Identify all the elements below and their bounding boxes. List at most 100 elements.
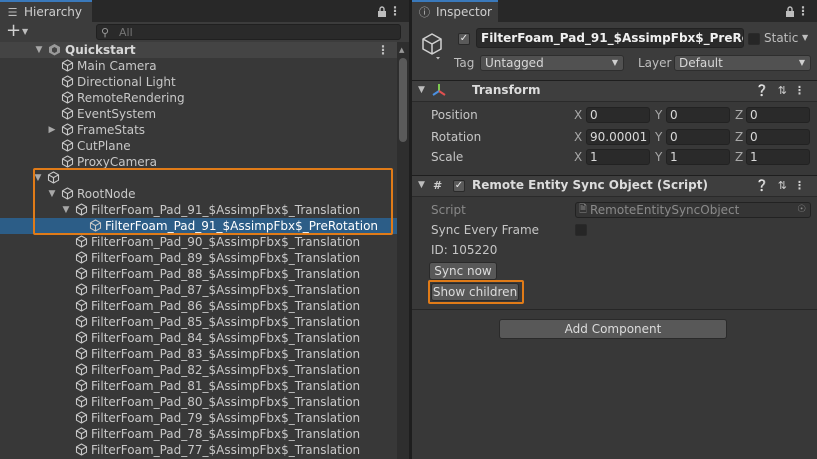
scene-menu-icon[interactable]: ⋮ (377, 42, 389, 58)
hierarchy-row[interactable]: Directional Light (0, 74, 397, 90)
position-x-field[interactable]: 0 (586, 107, 650, 123)
hierarchy-row-label: FilterFoam_Pad_91_$AssimpFbx$_PreRotatio… (105, 219, 379, 233)
component-menu-icon[interactable]: ⋮ (794, 179, 805, 192)
rotation-y-field[interactable]: 0 (666, 129, 730, 145)
script-field[interactable]: 🗎 RemoteEntitySyncObject ☉ (575, 202, 811, 218)
scale-x-field[interactable]: 1 (586, 149, 650, 165)
panel-menu-icon[interactable]: ⋮ (389, 4, 401, 18)
collapse-arrow-icon[interactable]: ▶ (47, 122, 57, 138)
expand-arrow-icon[interactable]: ▼ (61, 202, 71, 218)
hierarchy-row[interactable]: FilterFoam_Pad_79_$AssimpFbx$_Translatio… (0, 410, 397, 426)
sync-component-title: Remote Entity Sync Object (Script) (472, 178, 708, 192)
tab-inspector[interactable]: ⓘ Inspector (412, 0, 498, 22)
hierarchy-row[interactable]: ▼ FilterFoam_Pad_91_$AssimpFbx$_Translati… (0, 202, 397, 218)
hierarchy-scrollbar[interactable]: ▲ (397, 42, 409, 459)
tag-dropdown[interactable]: Untagged ▼ (480, 55, 624, 71)
hierarchy-row[interactable]: FilterFoam_Pad_83_$AssimpFbx$_Translatio… (0, 346, 397, 362)
scrollbar-thumb[interactable] (399, 58, 407, 142)
hierarchy-row[interactable]: FilterFoam_Pad_78_$AssimpFbx$_Translatio… (0, 426, 397, 442)
hierarchy-row-label: FilterFoam_Pad_88_$AssimpFbx$_Translatio… (91, 267, 361, 281)
hierarchy-row[interactable]: FilterFoam_Pad_81_$AssimpFbx$_Translatio… (0, 378, 397, 394)
hierarchy-row-label: FilterFoam_Pad_82_$AssimpFbx$_Translatio… (91, 363, 361, 377)
preset-icon[interactable]: ⇅ (778, 179, 787, 192)
hierarchy-row[interactable]: FilterFoam_Pad_84_$AssimpFbx$_Translatio… (0, 330, 397, 346)
hierarchy-row-label: FilterFoam_Pad_86_$AssimpFbx$_Translatio… (91, 299, 361, 313)
layer-dropdown[interactable]: Default ▼ (674, 55, 811, 71)
script-label: Script (431, 203, 466, 217)
transform-header[interactable]: ▼ Transform ❔ ⇅ ⋮ (412, 80, 817, 102)
object-name-field[interactable]: FilterFoam_Pad_91_$AssimpFbx$_PreRotati (476, 28, 744, 48)
hierarchy-row[interactable]: CutPlane (0, 138, 397, 154)
sync-now-button[interactable]: Sync now (429, 262, 497, 280)
hierarchy-row[interactable]: FilterFoam_Pad_80_$AssimpFbx$_Translatio… (0, 394, 397, 410)
hierarchy-row-label: Main Camera (77, 59, 157, 73)
hierarchy-row[interactable]: EventSystem (0, 106, 397, 122)
hierarchy-row[interactable]: FilterFoam_Pad_91_$AssimpFbx$_PreRotatio… (0, 218, 397, 234)
fold-arrow-icon[interactable]: ▼ (418, 85, 425, 95)
static-label: Static (764, 31, 799, 45)
add-component-button[interactable]: Add Component (499, 319, 727, 339)
sync-every-frame-checkbox[interactable] (575, 224, 587, 236)
position-y-field[interactable]: 0 (666, 107, 730, 123)
hierarchy-row[interactable]: FilterFoam_Pad_88_$AssimpFbx$_Translatio… (0, 266, 397, 282)
hierarchy-row[interactable]: ▶ FrameStats (0, 122, 397, 138)
fold-arrow-icon[interactable]: ▼ (418, 180, 425, 190)
hierarchy-row[interactable]: FilterFoam_Pad_77_$AssimpFbx$_Translatio… (0, 442, 397, 458)
hierarchy-row[interactable]: FilterFoam_Pad_82_$AssimpFbx$_Translatio… (0, 362, 397, 378)
chevron-down-icon: ▼ (798, 58, 805, 67)
search-input[interactable] (119, 25, 389, 39)
static-dropdown-icon[interactable]: ▼ (802, 33, 808, 42)
hierarchy-search[interactable]: ⚲ (96, 24, 401, 40)
active-checkbox[interactable]: ✓ (458, 33, 470, 45)
hierarchy-row[interactable]: RemoteRendering (0, 90, 397, 106)
axis-x-label: X (574, 108, 583, 122)
scale-y-field[interactable]: 1 (666, 149, 730, 165)
axis-x-label: X (574, 150, 583, 164)
gameobject-cube-icon (75, 443, 88, 459)
help-icon[interactable]: ❔ (755, 179, 769, 192)
scale-label: Scale (431, 150, 464, 164)
lock-icon[interactable] (785, 4, 795, 18)
tab-hierarchy-label: Hierarchy (24, 5, 83, 19)
panel-menu-icon[interactable]: ⋮ (797, 4, 809, 18)
expand-arrow-icon[interactable]: ▼ (33, 170, 43, 186)
create-plus-icon[interactable]: + (6, 22, 21, 40)
position-label: Position (431, 108, 478, 122)
hierarchy-row[interactable]: ▼ RootNode (0, 186, 397, 202)
hierarchy-row[interactable]: FilterFoam_Pad_85_$AssimpFbx$_Translatio… (0, 314, 397, 330)
hierarchy-row[interactable]: Main Camera (0, 58, 397, 74)
hierarchy-row[interactable]: FilterFoam_Pad_90_$AssimpFbx$_Translatio… (0, 234, 397, 250)
rotation-x-field[interactable]: 90.00001 (586, 129, 650, 145)
create-dropdown-icon[interactable]: ▼ (22, 27, 28, 36)
hierarchy-row-label: EventSystem (77, 107, 157, 121)
expand-arrow-icon[interactable]: ▼ (34, 42, 44, 58)
static-checkbox[interactable] (748, 33, 760, 45)
hierarchy-row[interactable]: FilterFoam_Pad_87_$AssimpFbx$_Translatio… (0, 282, 397, 298)
sync-component-header[interactable]: ▼ # ✓ Remote Entity Sync Object (Script)… (412, 175, 817, 197)
transform-title: Transform (472, 83, 541, 97)
show-children-button[interactable]: Show children (431, 283, 519, 301)
hierarchy-row[interactable]: ProxyCamera (0, 154, 397, 170)
component-menu-icon[interactable]: ⋮ (794, 84, 805, 97)
object-picker-icon[interactable]: ☉ (797, 203, 806, 217)
component-enabled-checkbox[interactable]: ✓ (453, 180, 465, 192)
hierarchy-row[interactable]: FilterFoam_Pad_89_$AssimpFbx$_Translatio… (0, 250, 397, 266)
hierarchy-row-label: FilterFoam_Pad_85_$AssimpFbx$_Translatio… (91, 315, 361, 329)
hierarchy-row-label: FilterFoam_Pad_90_$AssimpFbx$_Translatio… (91, 235, 361, 249)
help-icon[interactable]: ❔ (755, 84, 769, 97)
tab-hierarchy[interactable]: ☰ Hierarchy (0, 0, 92, 22)
position-z-field[interactable]: 0 (746, 107, 810, 123)
scale-z-field[interactable]: 1 (746, 149, 810, 165)
hierarchy-row-label: ProxyCamera (77, 155, 157, 169)
hierarchy-row[interactable]: FilterFoam_Pad_86_$AssimpFbx$_Translatio… (0, 298, 397, 314)
scene-row[interactable]: ▼ Quickstart ⋮ (0, 42, 397, 58)
lock-icon[interactable] (377, 4, 387, 18)
scroll-up-icon[interactable]: ▲ (399, 46, 404, 54)
rotation-z-field[interactable]: 0 (746, 129, 810, 145)
hierarchy-row[interactable]: ▼ (0, 170, 397, 186)
preset-icon[interactable]: ⇅ (778, 84, 787, 97)
expand-arrow-icon[interactable]: ▼ (47, 186, 57, 202)
object-header: ✓ FilterFoam_Pad_91_$AssimpFbx$_PreRotat… (412, 22, 817, 81)
inspector-panel: ⓘ Inspector ⋮ ✓ FilterFoam_Pad_91_$Assim… (412, 0, 817, 459)
gameobject-cube-icon[interactable] (420, 32, 444, 63)
